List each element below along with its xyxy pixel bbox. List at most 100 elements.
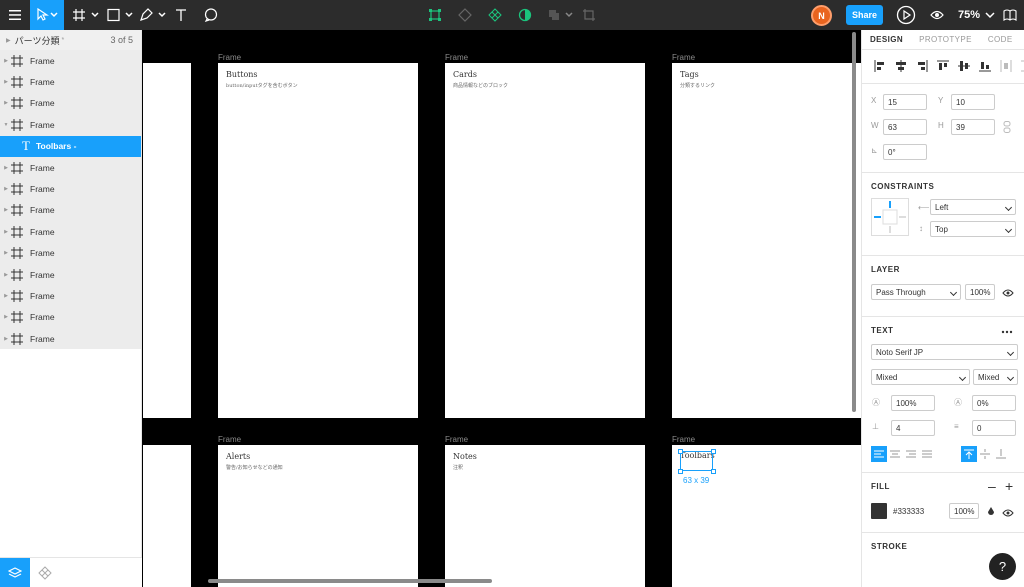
layer-item[interactable]: ▶ Frame [0,243,141,264]
layer-item[interactable]: ▶ Frame [0,178,141,199]
caret-right-icon[interactable]: ▶ [0,207,10,213]
rotation-input[interactable]: 0° [883,144,927,160]
main-menu-button[interactable] [0,0,30,30]
height-input[interactable]: 39 [951,119,995,135]
add-fill-button[interactable]: + [1005,478,1013,494]
caret-right-icon[interactable]: ▶ [0,100,10,106]
caret-right-icon[interactable]: ▶ [0,272,10,278]
text-tool-button[interactable] [170,0,192,30]
align-vcenter-button[interactable] [957,59,971,73]
layer-visibility-toggle[interactable] [1002,288,1014,300]
caret-right-icon[interactable]: ▶ [0,79,10,85]
page-selector[interactable]: ▶ パーツ分類 * 3 of 5 [0,30,141,50]
vertical-constraint-select[interactable]: Top [930,221,1016,237]
offscreen-frame-left-bottom[interactable] [143,445,191,587]
constraints-widget[interactable] [871,198,909,239]
tab-design[interactable]: DESIGN [862,30,911,50]
offscreen-frame-left-top[interactable] [143,63,191,418]
constrain-proportions-button[interactable] [1003,121,1011,136]
tab-prototype[interactable]: PROTOTYPE [911,30,980,50]
distribute-horizontal-button[interactable] [999,59,1013,73]
caret-right-icon[interactable]: ▶ [0,250,10,256]
caret-right-icon[interactable]: ▶ [0,229,10,235]
layer-item[interactable]: ▶ Frame [0,328,141,349]
layer-item[interactable]: ▶ Frame [0,71,141,92]
frame-tool-button[interactable] [70,0,104,30]
share-button[interactable]: Share [846,5,883,25]
create-component-button[interactable] [426,0,444,30]
vertical-scrollbar[interactable] [852,32,856,412]
mask-button[interactable] [516,0,534,30]
resize-handle-bl[interactable] [678,469,683,474]
selection-box[interactable] [680,451,713,471]
text-align-center-button[interactable] [887,446,903,462]
horizontal-constraint-select[interactable]: Left [930,199,1016,215]
caret-right-icon[interactable]: ▶ [0,336,10,342]
components-tab-button[interactable] [30,558,60,587]
font-style-select[interactable]: Mixed [871,369,970,385]
text-align-middle-button[interactable] [977,446,993,462]
text-align-justify-button[interactable] [919,446,935,462]
comment-tool-button[interactable] [200,0,222,30]
layer-item[interactable]: ▶ Frame [0,285,141,306]
crop-button[interactable] [580,0,598,30]
fill-visibility-toggle[interactable] [1002,508,1014,520]
align-hcenter-button[interactable] [894,59,908,73]
zoom-dropdown[interactable]: 75% [958,0,996,30]
caret-right-icon[interactable]: ▶ [0,58,10,64]
layer-item[interactable]: ▶ Frame [0,157,141,178]
text-align-bottom-button[interactable] [993,446,1009,462]
layers-tab-button[interactable] [0,558,30,587]
fill-blend-button[interactable] [987,507,995,520]
layer-item-selected[interactable]: T Toolbars - [0,135,141,157]
present-button[interactable] [894,0,918,30]
help-button[interactable]: ? [989,553,1016,580]
layer-item[interactable]: ▶ Frame [0,200,141,221]
paragraph-spacing-input[interactable]: 4 [891,420,935,436]
layer-item[interactable]: ▶ Frame [0,93,141,114]
caret-right-icon[interactable]: ▶ [0,314,10,320]
text-align-right-button[interactable] [903,446,919,462]
caret-right-icon[interactable]: ▶ [0,186,10,192]
tab-code[interactable]: CODE [980,30,1021,50]
y-input[interactable]: 10 [951,94,995,110]
view-settings-button[interactable] [928,0,946,30]
line-height-input[interactable]: 100% [891,395,935,411]
frame-alerts[interactable]: Alerts 警告/お知らせなどの通知 [218,445,418,587]
move-tool-button[interactable] [30,0,64,30]
design-canvas[interactable]: Frame Buttons button/inputタグを含むボタン Frame… [143,30,861,587]
caret-down-icon[interactable]: ▼ [0,122,10,128]
horizontal-scrollbar[interactable] [208,579,492,583]
frame-buttons[interactable]: Buttons button/inputタグを含むボタン [218,63,418,418]
remove-fill-button[interactable]: – [988,478,996,494]
text-align-left-button[interactable] [871,446,887,462]
component-button[interactable] [486,0,504,30]
layer-item[interactable]: ▶ Frame [0,264,141,285]
detach-instance-button[interactable] [456,0,474,30]
fill-opacity-input[interactable]: 100% [949,503,979,519]
frame-notes[interactable]: Notes 注釈 [445,445,645,587]
width-input[interactable]: 63 [883,119,927,135]
resize-handle-br[interactable] [711,469,716,474]
align-top-button[interactable] [936,59,950,73]
resize-handle-tl[interactable] [678,449,683,454]
caret-right-icon[interactable]: ▶ [0,165,10,171]
frame-tags[interactable]: Tags 分類するリンク [672,63,861,418]
user-avatar[interactable]: N [811,5,832,26]
text-align-top-button[interactable] [961,446,977,462]
fill-hex-input[interactable]: #333333 [889,503,947,519]
x-input[interactable]: 15 [883,94,927,110]
caret-right-icon[interactable]: ▶ [0,293,10,299]
layer-item[interactable]: ▶ Frame [0,221,141,242]
font-size-select[interactable]: Mixed [973,369,1018,385]
frame-cards[interactable]: Cards 商品情報などのブロック [445,63,645,418]
layer-item[interactable]: ▶ Frame [0,307,141,328]
layer-item[interactable]: ▶ Frame [0,50,141,71]
text-more-options-button[interactable] [1001,325,1013,337]
blend-mode-select[interactable]: Pass Through [871,284,961,300]
library-button[interactable] [1000,0,1020,30]
paragraph-indent-input[interactable]: 0 [972,420,1016,436]
layer-opacity-input[interactable]: 100% [965,284,995,300]
align-right-button[interactable] [915,59,929,73]
pen-tool-button[interactable] [138,0,170,30]
